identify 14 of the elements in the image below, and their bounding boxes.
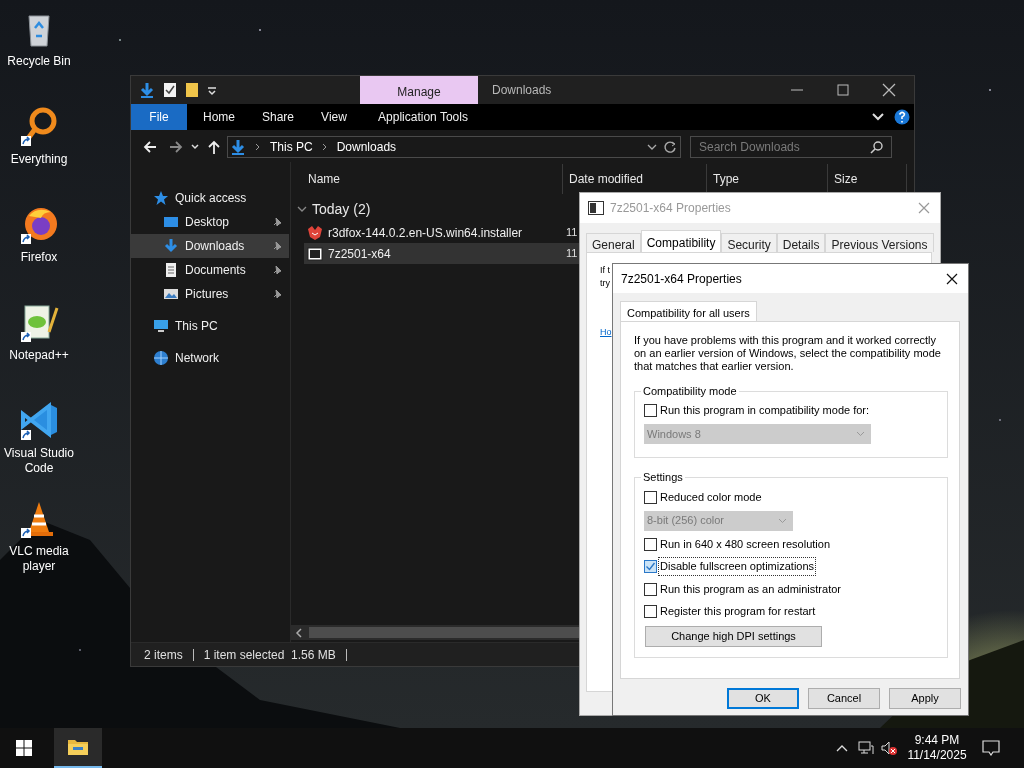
file-name: r3dfox-144.0.2.en-US.win64.installer [328,224,524,242]
window-title: Downloads [492,82,552,99]
date-cell-text: 11 [566,246,578,262]
dialog-title: 7z2501-x64 Properties [610,200,732,217]
description-text: If you have problems with this program and it worked correctly on an earlier version of Windows, select the compatibility mode that matches that earlier version. [634,334,942,373]
group-label: Compatibility mode [641,384,739,398]
fragment-text: If t [600,264,610,277]
group-label: Settings [641,470,685,484]
fragment-text: try [600,277,610,290]
dialog-title: 7z2501-x64 Properties [621,270,743,288]
status-text: 2 items [144,646,183,664]
file-name: 7z2501-x64 [328,245,392,263]
date-cell-text: 11 [566,225,578,241]
status-text: 1 item selected 1.56 MB [203,646,336,664]
